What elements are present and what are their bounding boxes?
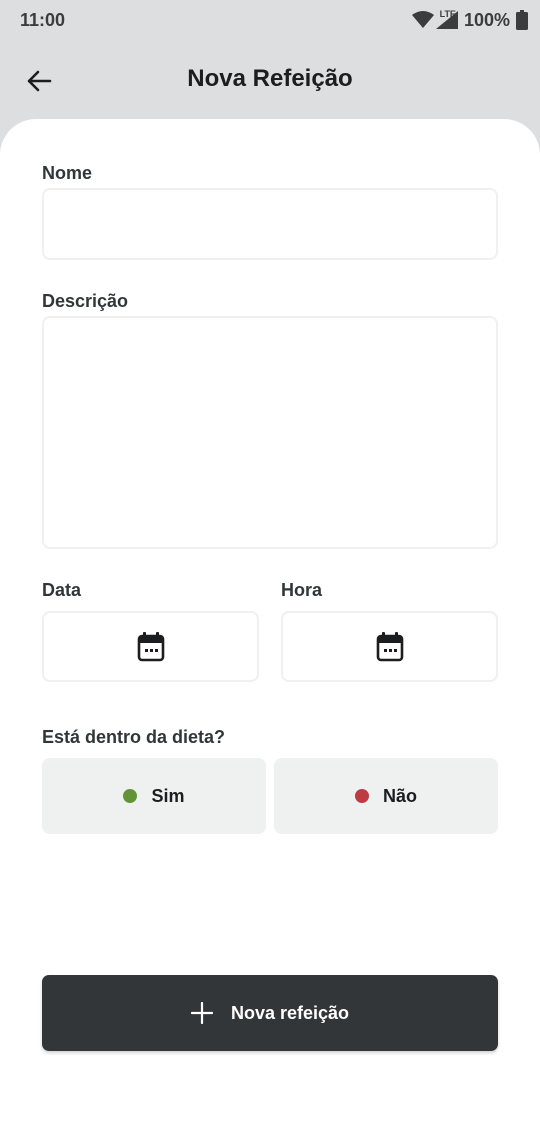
signal-icon — [435, 11, 458, 29]
red-dot-icon — [354, 789, 369, 803]
status-icons: LTE 100% — [411, 9, 528, 31]
battery-level: 100% — [463, 9, 510, 30]
green-dot-icon — [123, 789, 138, 803]
battery-icon — [516, 10, 528, 30]
diet-no-button[interactable]: Não — [274, 758, 498, 834]
diet-question: Está dentro da dieta? — [42, 727, 226, 747]
arrow-left-icon — [27, 70, 52, 92]
description-input[interactable] — [42, 316, 498, 549]
date-picker[interactable] — [42, 611, 259, 682]
status-bar: 11:00 LTE 100% — [0, 0, 540, 40]
page-title: Nova Refeição — [187, 65, 353, 92]
time-label: Hora — [281, 580, 323, 600]
status-time: 11:00 — [20, 9, 66, 30]
calendar-icon — [376, 631, 403, 661]
add-meal-button[interactable]: Nova refeição — [42, 975, 498, 1051]
back-button[interactable] — [22, 64, 56, 98]
plus-icon — [190, 1002, 213, 1024]
diet-no-label: Não — [382, 785, 417, 806]
diet-yes-label: Sim — [151, 785, 185, 806]
name-label: Nome — [42, 163, 93, 183]
time-picker[interactable] — [281, 611, 498, 682]
calendar-icon — [137, 631, 164, 661]
header: Nova Refeição — [0, 40, 540, 120]
wifi-icon — [411, 11, 434, 28]
date-label: Data — [42, 580, 82, 600]
add-meal-label: Nova refeição — [230, 1002, 350, 1023]
diet-yes-button[interactable]: Sim — [42, 758, 266, 834]
description-label: Descrição — [42, 291, 129, 311]
name-input[interactable] — [42, 188, 498, 260]
